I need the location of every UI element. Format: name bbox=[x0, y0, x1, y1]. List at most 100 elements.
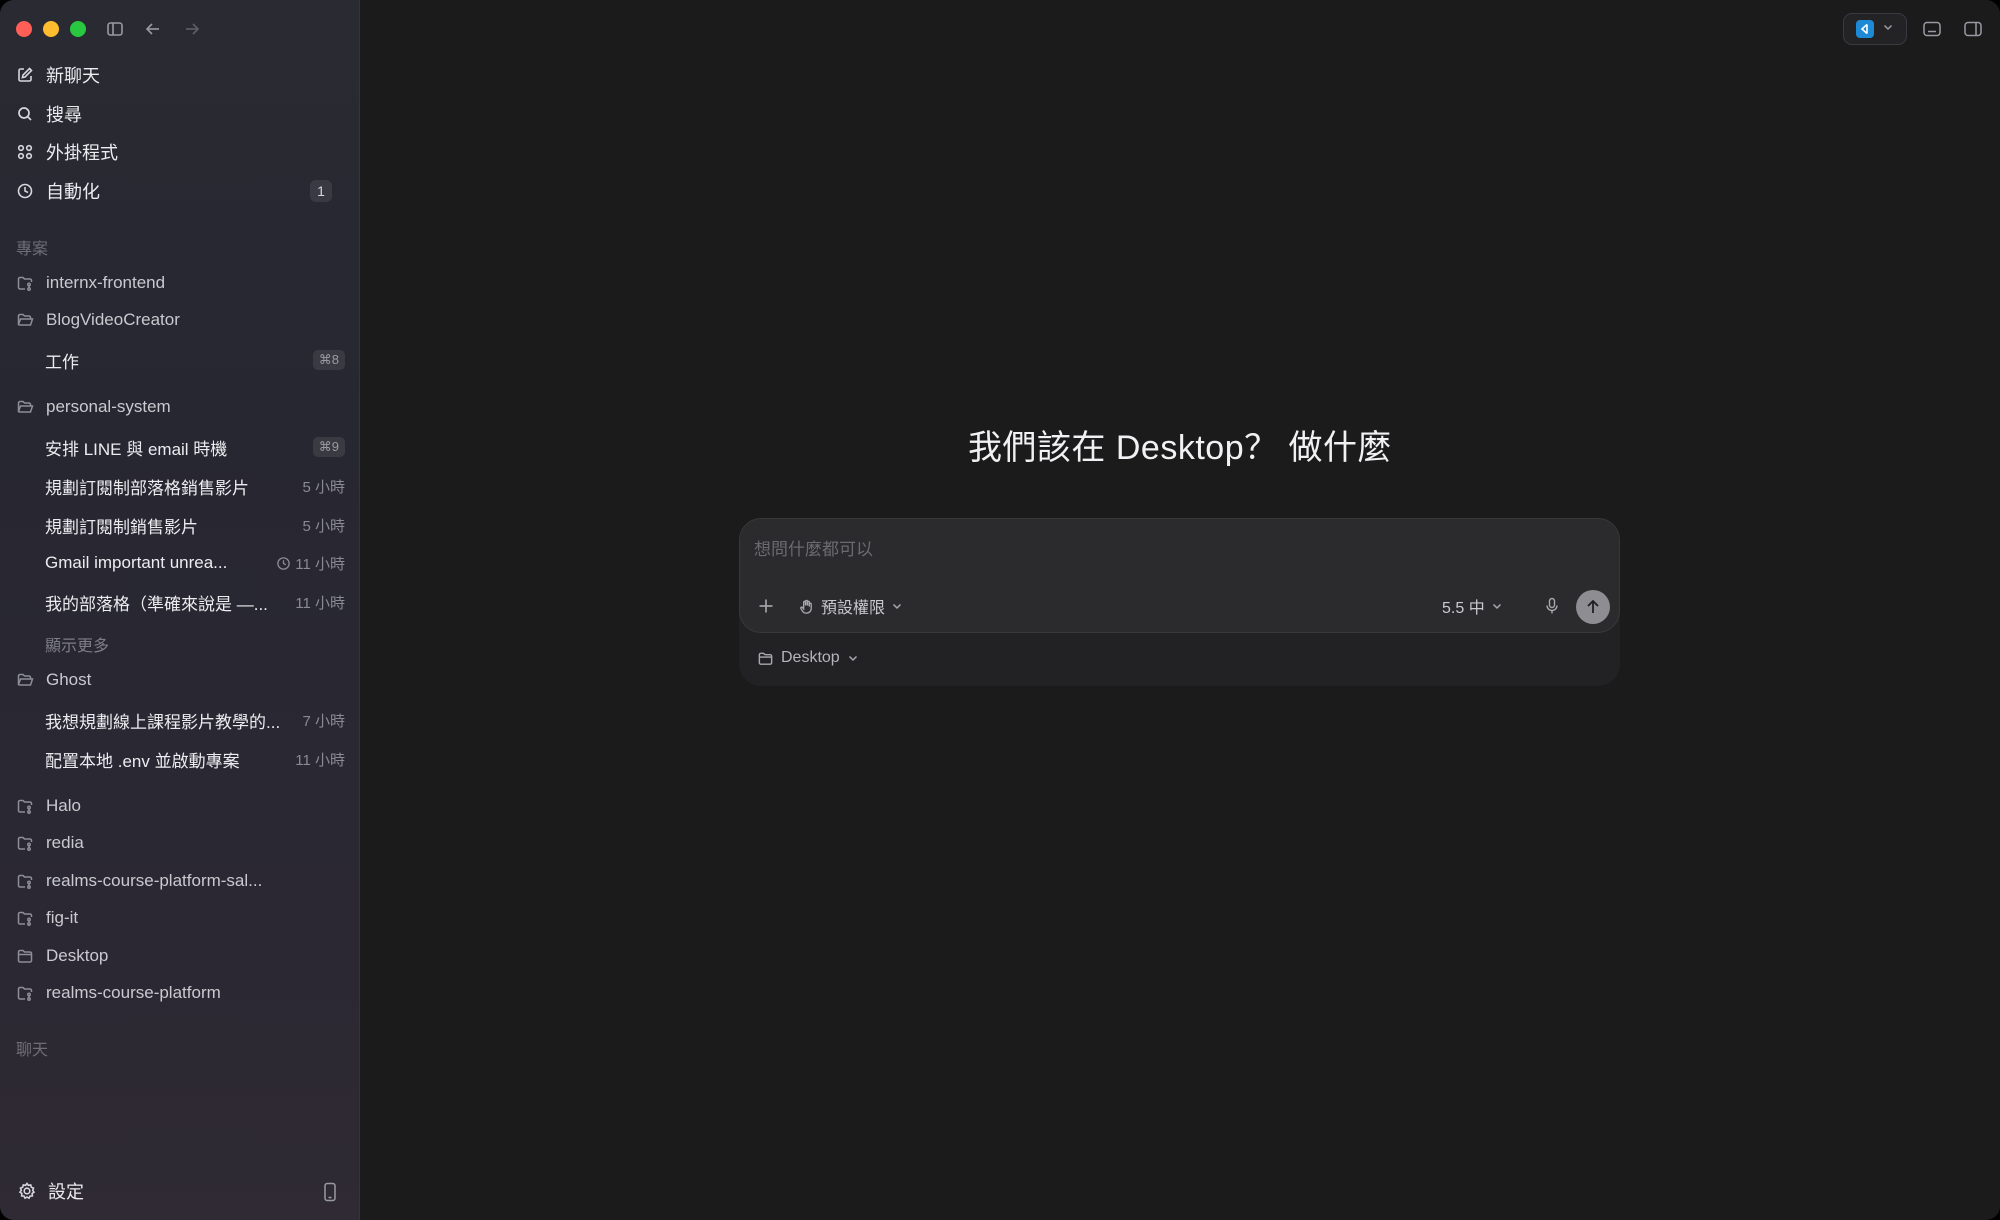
project-item[interactable]: fig-it bbox=[14, 901, 346, 935]
bottom-panel-icon bbox=[1923, 21, 1941, 37]
thread-item[interactable]: 配置本地 .env 並啟動專案 11 小時 bbox=[45, 742, 345, 776]
thread-item[interactable]: 規劃訂閱制部落格銷售影片 5 小時 bbox=[45, 469, 345, 503]
working-directory-label: Desktop bbox=[781, 649, 840, 666]
thread-time: 7 小時 bbox=[302, 712, 345, 730]
thread-item[interactable]: 安排 LINE 與 email 時機 ⌘9 bbox=[45, 430, 345, 464]
clock-icon bbox=[277, 556, 291, 570]
project-item[interactable]: BlogVideoCreator bbox=[14, 303, 346, 337]
search-button[interactable]: 搜尋 bbox=[14, 96, 346, 132]
chevron-down-icon bbox=[892, 603, 902, 610]
window-controls bbox=[16, 21, 86, 37]
project-name: realms-course-platform bbox=[46, 983, 221, 1002]
edit-icon bbox=[14, 64, 36, 86]
open-in-editor-button[interactable] bbox=[1843, 13, 1907, 45]
composer: 想問什麼都可以 預設權限 5.5 中 bbox=[739, 518, 1620, 633]
thread-item[interactable]: Gmail important unrea... 11 小時 bbox=[45, 546, 345, 580]
microphone-icon bbox=[1546, 597, 1558, 614]
folder-icon bbox=[758, 652, 773, 665]
automation-button[interactable]: 自動化 1 bbox=[14, 173, 346, 209]
back-button[interactable] bbox=[140, 16, 166, 42]
project-name: personal-system bbox=[46, 397, 171, 416]
vscode-icon bbox=[1856, 20, 1874, 38]
project-item[interactable]: realms-course-platform bbox=[14, 976, 346, 1010]
automation-count-badge: 1 bbox=[310, 180, 332, 202]
repo-folder-icon bbox=[14, 832, 36, 854]
gear-icon bbox=[16, 1180, 38, 1202]
maximize-window-button[interactable] bbox=[70, 21, 86, 37]
project-item[interactable]: Halo bbox=[14, 789, 346, 823]
folder-open-icon bbox=[14, 396, 36, 418]
arrow-up-icon bbox=[1587, 599, 1599, 613]
chevron-down-icon bbox=[848, 655, 857, 662]
permissions-dropdown[interactable]: 預設權限 bbox=[798, 593, 903, 619]
project-name: Halo bbox=[46, 796, 81, 815]
forward-button[interactable] bbox=[179, 16, 205, 42]
grid-icon bbox=[14, 141, 36, 163]
arrow-left-icon bbox=[145, 23, 159, 35]
sidebar-icon bbox=[107, 22, 123, 36]
project-item[interactable]: personal-system bbox=[14, 390, 346, 424]
settings-button[interactable]: 設定 bbox=[16, 1178, 84, 1204]
show-more-link[interactable]: 顯示更多 bbox=[45, 632, 109, 656]
thread-item[interactable]: 我的部落格（準確來說是 —... 11 小時 bbox=[45, 585, 345, 619]
search-icon bbox=[14, 103, 36, 125]
thread-item[interactable]: 我想規劃線上課程影片教學的... 7 小時 bbox=[45, 703, 345, 737]
thread-title: Gmail important unrea... bbox=[45, 553, 228, 572]
new-chat-button[interactable]: 新聊天 bbox=[14, 57, 346, 93]
app-window: 新聊天 搜尋 外掛程式 自動化 1 專案 internx-frontend Bl… bbox=[0, 0, 2000, 1220]
repo-folder-icon bbox=[14, 795, 36, 817]
project-item[interactable]: internx-frontend bbox=[14, 266, 346, 300]
project-name: Desktop bbox=[46, 946, 109, 965]
add-attachment-button[interactable] bbox=[754, 594, 778, 618]
folder-open-icon bbox=[14, 309, 36, 331]
close-window-button[interactable] bbox=[16, 21, 32, 37]
project-name: fig-it bbox=[46, 908, 79, 927]
project-item[interactable]: redia bbox=[14, 826, 346, 860]
send-button[interactable] bbox=[1576, 590, 1610, 624]
thread-title: 工作 bbox=[45, 352, 79, 372]
clock-icon bbox=[14, 180, 36, 202]
folder-icon bbox=[14, 945, 36, 967]
thread-title: 安排 LINE 與 email 時機 bbox=[45, 439, 228, 459]
message-input[interactable]: 想問什麼都可以 bbox=[754, 535, 873, 560]
project-name: Ghost bbox=[46, 670, 92, 689]
project-name: internx-frontend bbox=[46, 273, 166, 292]
repo-folder-icon bbox=[14, 982, 36, 1004]
thread-title: 配置本地 .env 並啟動專案 bbox=[45, 751, 240, 771]
minimize-window-button[interactable] bbox=[43, 21, 59, 37]
plus-icon bbox=[759, 599, 773, 613]
thread-time: 11 小時 bbox=[295, 594, 345, 612]
plugins-label: 外掛程式 bbox=[46, 143, 118, 163]
thread-title: 規劃訂閱制部落格銷售影片 bbox=[45, 478, 249, 498]
toggle-right-panel-button[interactable] bbox=[1961, 17, 1985, 41]
thread-item[interactable]: 工作 ⌘8 bbox=[45, 343, 345, 377]
mobile-device-button[interactable] bbox=[320, 1181, 340, 1203]
project-name: redia bbox=[46, 833, 84, 852]
phone-icon bbox=[324, 1182, 336, 1202]
projects-section-title: 專案 bbox=[16, 241, 49, 258]
project-name: BlogVideoCreator bbox=[46, 310, 180, 329]
settings-label: 設定 bbox=[48, 1182, 84, 1202]
project-item[interactable]: Desktop bbox=[14, 939, 346, 973]
thread-time-group: 11 小時 bbox=[276, 553, 345, 574]
thread-time: 5 小時 bbox=[302, 517, 345, 535]
model-selector-dropdown[interactable]: 5.5 中 bbox=[1442, 593, 1503, 619]
chevron-down-icon bbox=[1492, 603, 1501, 610]
chats-section-title: 聊天 bbox=[16, 1042, 49, 1059]
right-panel-icon bbox=[1964, 21, 1982, 37]
toggle-bottom-panel-button[interactable] bbox=[1920, 17, 1944, 41]
thread-time: 11 小時 bbox=[295, 751, 345, 769]
working-directory-dropdown[interactable]: Desktop bbox=[757, 649, 859, 667]
chevron-down-icon bbox=[1882, 20, 1894, 38]
project-item[interactable]: realms-course-platform-sal... bbox=[14, 864, 346, 898]
voice-input-button[interactable] bbox=[1540, 594, 1564, 618]
toggle-sidebar-button[interactable] bbox=[102, 16, 128, 42]
folder-open-icon bbox=[14, 669, 36, 691]
thread-item[interactable]: 規劃訂閱制銷售影片 5 小時 bbox=[45, 508, 345, 542]
project-name: realms-course-platform-sal... bbox=[46, 871, 263, 890]
plugins-button[interactable]: 外掛程式 bbox=[14, 134, 346, 170]
permissions-label: 預設權限 bbox=[821, 600, 886, 617]
thread-title: 我想規劃線上課程影片教學的... bbox=[45, 712, 281, 732]
composer-container: 想問什麼都可以 預設權限 5.5 中 Desktop bbox=[739, 518, 1620, 686]
project-item[interactable]: Ghost bbox=[14, 663, 346, 697]
